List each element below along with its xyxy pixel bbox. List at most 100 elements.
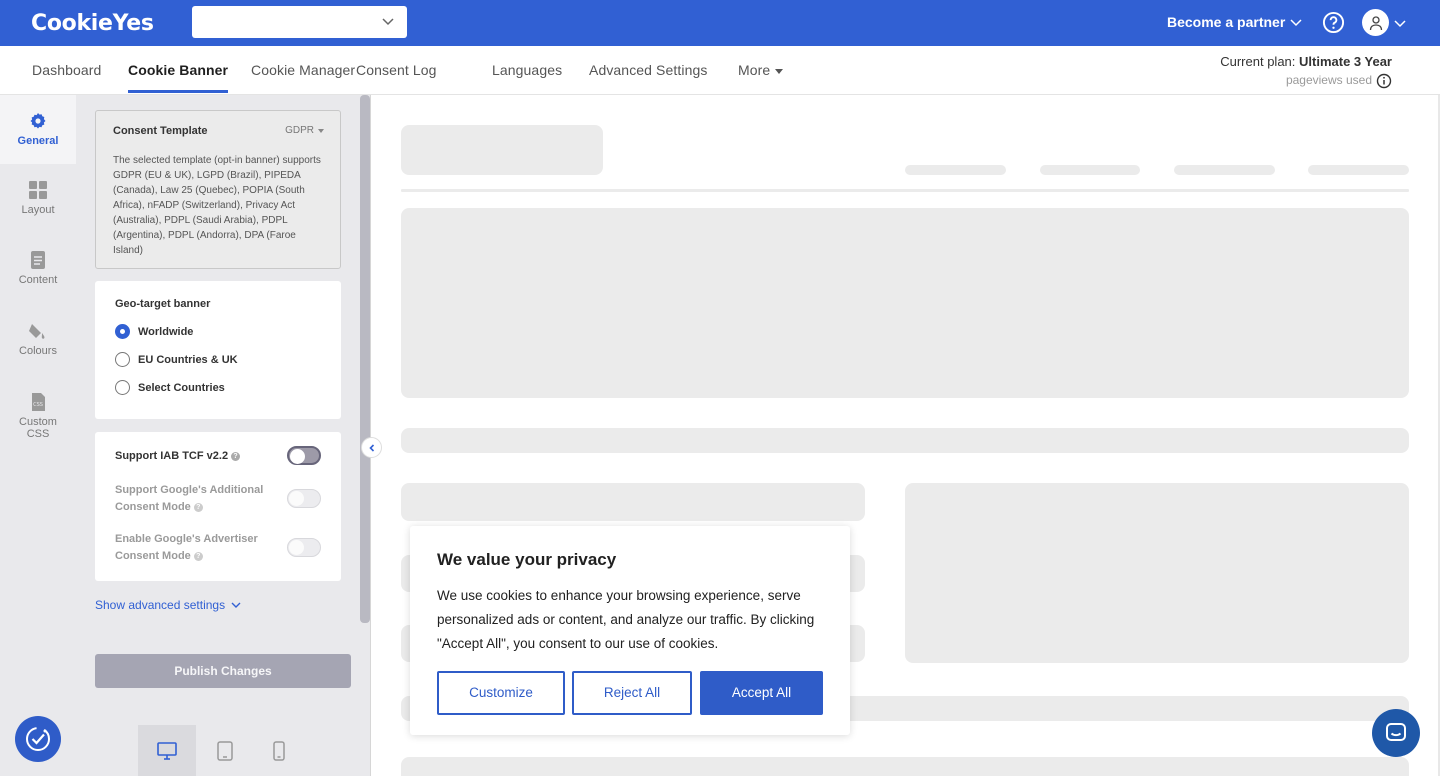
desktop-icon [157,741,177,760]
consent-template-description: The selected template (opt-in banner) su… [113,155,321,256]
publish-changes-button[interactable]: Publish Changes [95,654,351,688]
accept-all-button[interactable]: Accept All [700,671,823,715]
panel-divider [370,95,371,776]
rail-item-content[interactable]: Content [0,250,76,286]
become-partner-menu[interactable]: Become a partner [1167,14,1303,30]
skeleton-block [401,483,865,521]
layout-grid-icon [29,181,47,199]
user-avatar[interactable] [1362,9,1389,36]
tab-advanced-settings[interactable]: Advanced Settings [589,62,707,78]
rail-label-content: Content [18,274,58,286]
main-nav: Dashboard Cookie Banner Cookie Manager C… [0,46,1440,95]
tab-more-label: More [738,62,771,78]
consent-template-select[interactable]: GDPR [285,125,324,136]
active-tab-indicator [128,90,228,93]
plan-prefix: Current plan: [1220,54,1296,69]
plan-name: Ultimate 3 Year [1299,54,1392,69]
geo-target-title: Geo-target banner [115,298,211,310]
rail-label-layout: Layout [21,204,55,216]
consent-toggles-card: Support IAB TCF v2.2? Support Google's A… [95,432,341,581]
skeleton-divider [401,189,1409,192]
tab-cookie-manager[interactable]: Cookie Manager [251,62,355,78]
reject-all-button[interactable]: Reject All [572,671,692,715]
chat-icon [1386,723,1406,741]
consent-check-icon [26,727,50,751]
radio-worldwide[interactable]: Worldwide [115,324,193,339]
customize-button[interactable]: Customize [437,671,565,715]
cookieyes-logo[interactable]: CookieYes [31,11,154,36]
skeleton-block [401,428,1409,453]
radio-eu-countries-uk[interactable]: EU Countries & UK [115,352,238,367]
svg-text:CSS: CSS [33,402,43,408]
collapse-panel-button[interactable] [361,437,382,458]
skeleton-block [1040,165,1140,175]
show-advanced-settings-label: Show advanced settings [95,598,226,612]
rail-label-custom-css: Custom CSS [19,416,57,440]
caret-down-icon [318,128,324,133]
gear-icon [30,113,46,129]
iab-tcf-toggle[interactable] [287,446,321,465]
rail-item-general[interactable]: General [0,95,76,164]
panel-scrollbar[interactable] [360,95,370,623]
tab-more[interactable]: More [738,62,784,78]
rail-label-general: General [17,135,59,147]
chat-support-button[interactable] [1372,709,1420,757]
chevron-down-icon [231,602,241,608]
consent-template-card: Consent Template GDPR The selected templ… [95,110,341,269]
help-icon[interactable]: ? [193,502,203,512]
settings-rail: General Layout Content Colours CSS Custo… [0,95,76,776]
show-advanced-settings-link[interactable]: Show advanced settings [95,598,242,612]
info-icon[interactable] [1376,73,1392,89]
skeleton-block [1174,165,1275,175]
cookie-banner-title: We value your privacy [437,550,617,569]
top-bar: CookieYes Become a partner [0,0,1440,46]
tab-consent-log[interactable]: Consent Log [356,62,437,78]
help-icon[interactable] [1322,11,1345,34]
rail-item-custom-css[interactable]: CSS Custom CSS [0,392,76,440]
help-icon[interactable]: ? [231,451,241,461]
rail-label-colours: Colours [19,345,57,357]
rail-item-layout[interactable]: Layout [0,180,76,216]
radio-select-countries[interactable]: Select Countries [115,380,225,395]
user-icon [1369,15,1382,30]
radio-label: EU Countries & UK [138,353,238,366]
consent-template-title: Consent Template [113,125,208,137]
caret-down-icon [775,68,784,74]
skeleton-block [1308,165,1409,175]
consent-template-value: GDPR [285,125,314,136]
cookie-consent-banner: We value your privacy We use cookies to … [410,526,850,735]
cookie-consent-revisit-button[interactable] [15,716,61,762]
settings-panel: Consent Template GDPR The selected templ… [76,95,370,725]
chevron-down-icon [382,18,394,26]
rail-item-colours[interactable]: Colours [0,321,76,357]
tab-dashboard[interactable]: Dashboard [32,62,101,78]
skeleton-block [401,208,1409,398]
site-selector-dropdown[interactable] [192,6,407,38]
css-file-icon: CSS [32,393,45,411]
device-desktop-button[interactable] [138,725,196,776]
pageviews-used: pageviews used [1285,73,1372,87]
skeleton-block [905,165,1006,175]
device-mobile-button[interactable] [250,725,308,776]
device-tablet-button[interactable] [196,725,254,776]
tablet-icon [217,740,233,761]
google-advertiser-consent-label: Enable Google's Advertiser Consent Mode [115,533,258,562]
cookie-banner-body: We use cookies to enhance your browsing … [437,588,815,651]
tab-languages[interactable]: Languages [492,62,562,78]
google-advertiser-consent-toggle[interactable] [287,538,321,557]
radio-button[interactable] [115,352,130,367]
chevron-left-icon [368,443,374,452]
become-partner-label: Become a partner [1167,14,1286,30]
radio-label: Worldwide [138,325,194,338]
chevron-down-icon[interactable] [1393,16,1407,30]
radio-label: Select Countries [138,381,225,394]
document-icon [31,251,45,269]
skeleton-block [401,757,1409,776]
tab-cookie-banner[interactable]: Cookie Banner [128,62,228,78]
mobile-icon [273,740,285,761]
chevron-down-icon [1290,19,1302,27]
help-icon[interactable]: ? [193,551,203,561]
radio-button[interactable] [115,324,130,339]
radio-button[interactable] [115,380,130,395]
google-additional-consent-toggle[interactable] [287,489,321,508]
